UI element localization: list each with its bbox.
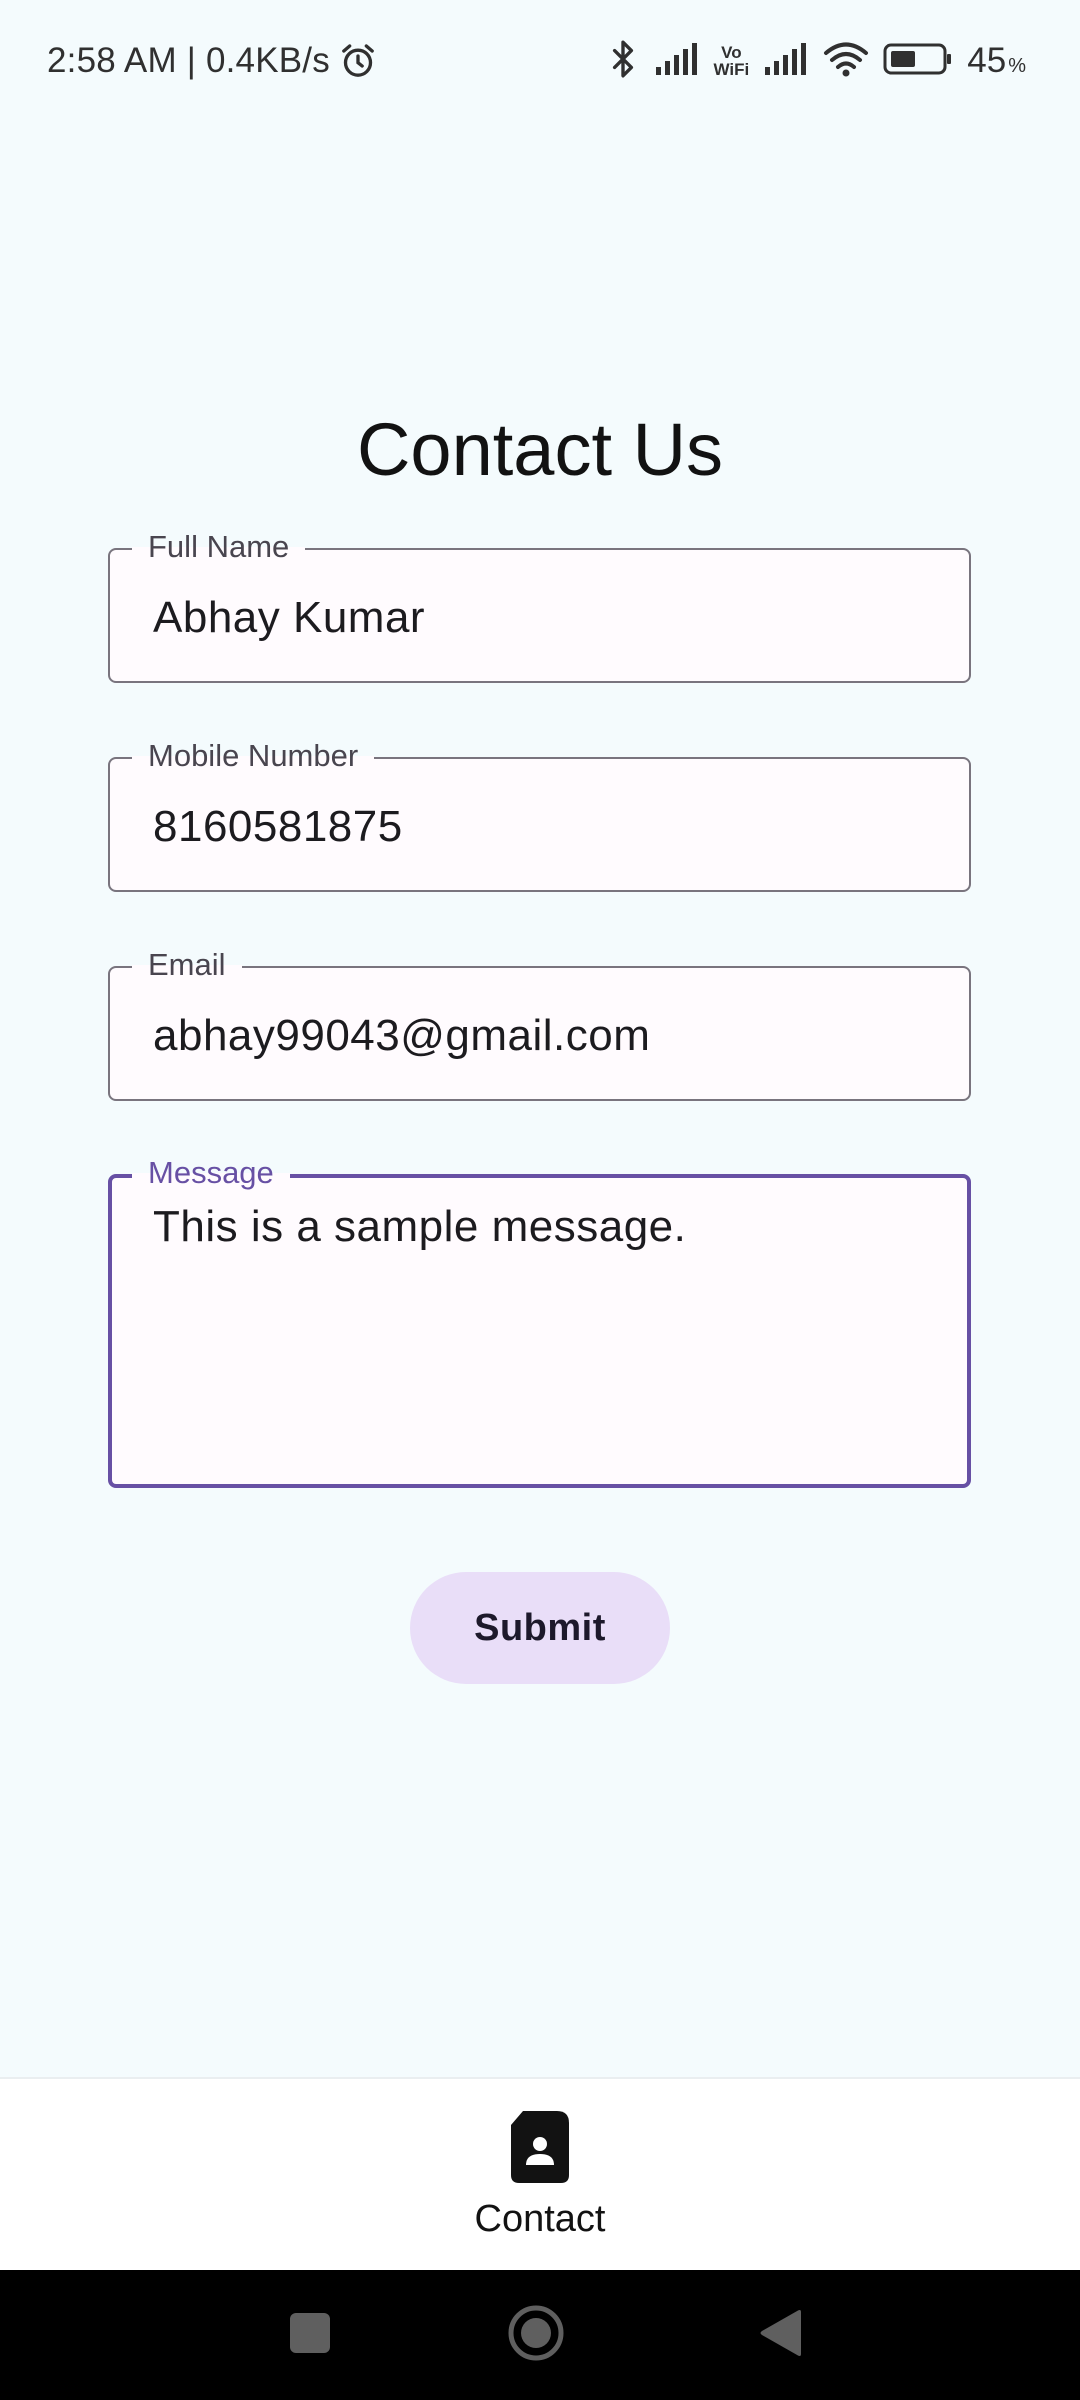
email-field[interactable]: Email abhay99043@gmail.com	[108, 947, 971, 1101]
recents-button[interactable]	[260, 2270, 360, 2400]
nav-item-contact[interactable]: Contact	[440, 2109, 640, 2249]
signal-icon-1	[654, 41, 700, 82]
status-time-speed: 2:58 AM | 0.4KB/s	[47, 41, 330, 80]
full-name-value[interactable]: Abhay Kumar	[153, 593, 425, 643]
bottom-navigation: Contact	[0, 2077, 1080, 2272]
system-navigation-bar	[0, 2270, 1080, 2400]
signal-icon-2	[763, 41, 809, 82]
alarm-icon	[338, 41, 378, 81]
battery-icon	[883, 42, 953, 81]
page-title: Contact Us	[356, 408, 724, 491]
mobile-number-field[interactable]: Mobile Number 8160581875	[108, 738, 971, 892]
battery-unit: %	[1008, 55, 1026, 77]
email-value[interactable]: abhay99043@gmail.com	[153, 1011, 650, 1061]
screen: 2:58 AM | 0.4KB/s Vo WiFi 45 % Contact U…	[0, 0, 1080, 2400]
vowifi-top: Vo	[721, 43, 742, 62]
recents-icon	[289, 2312, 331, 2359]
full-name-label: Full Name	[132, 529, 306, 565]
email-label: Email	[132, 947, 242, 983]
vowifi-bottom: WiFi	[713, 60, 750, 79]
mobile-number-label: Mobile Number	[132, 738, 375, 774]
message-label: Message	[132, 1155, 290, 1191]
message-field[interactable]: Message This is a sample message.	[108, 1155, 971, 1488]
battery-value: 45	[967, 41, 1007, 80]
status-left: 2:58 AM | 0.4KB/s	[47, 36, 378, 86]
wifi-icon	[823, 40, 869, 83]
nav-item-contact-label: Contact	[474, 2198, 606, 2240]
message-value[interactable]: This is a sample message.	[153, 1202, 686, 1252]
full-name-field[interactable]: Full Name Abhay Kumar	[108, 529, 971, 683]
back-button[interactable]	[731, 2270, 831, 2400]
home-icon	[507, 2304, 565, 2367]
submit-button[interactable]: Submit	[410, 1572, 670, 1684]
back-icon	[759, 2309, 803, 2362]
status-right: Vo WiFi 45 %	[606, 36, 1026, 86]
mobile-number-value[interactable]: 8160581875	[153, 802, 403, 852]
contact-document-icon	[509, 2109, 571, 2190]
status-bar: 2:58 AM | 0.4KB/s Vo WiFi 45 %	[0, 0, 1080, 120]
battery-level: 45 %	[967, 41, 1026, 81]
vowifi-icon: Vo WiFi	[714, 44, 750, 78]
bluetooth-icon	[606, 38, 640, 85]
home-button[interactable]	[486, 2270, 586, 2400]
